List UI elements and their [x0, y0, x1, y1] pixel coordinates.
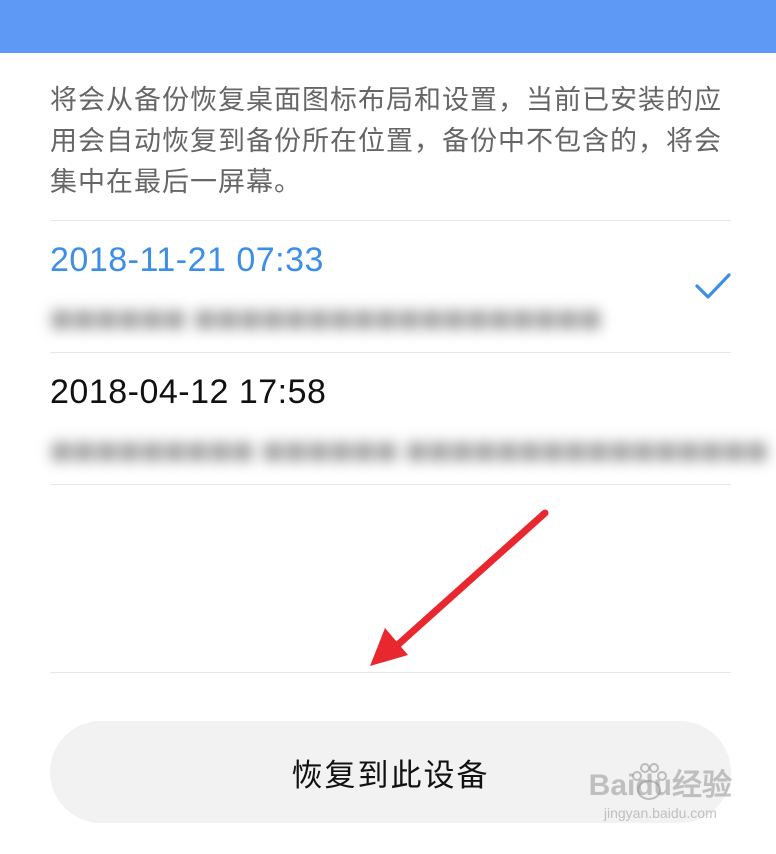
backup-details-blurred: ■■■■■■ ■■■■■■■■■■■■■■■■■■	[50, 304, 602, 332]
backup-date: 2018-04-12 17:58	[50, 373, 327, 411]
divider	[50, 672, 731, 673]
backup-item-1[interactable]: 2018-11-21 07:33 ■■■■■■ ■■■■■■■■■■■■■■■■…	[50, 221, 731, 352]
backup-details-blurred: ■■■■■■■■■ ■■■■■■ ■■■■■■■■■■■■■■■■	[50, 436, 769, 464]
backup-date: 2018-11-21 07:33	[50, 241, 324, 279]
divider	[50, 484, 731, 485]
backup-item-2[interactable]: 2018-04-12 17:58 ■■■■■■■■■ ■■■■■■ ■■■■■■…	[50, 353, 768, 484]
restore-description: 将会从备份恢复桌面图标布局和设置，当前已安装的应用会自动恢复到备份所在位置，备份…	[50, 85, 722, 198]
top-app-bar	[0, 0, 776, 53]
restore-to-device-button[interactable]: 恢复到此设备	[50, 721, 731, 823]
checkmark-icon	[695, 273, 731, 299]
